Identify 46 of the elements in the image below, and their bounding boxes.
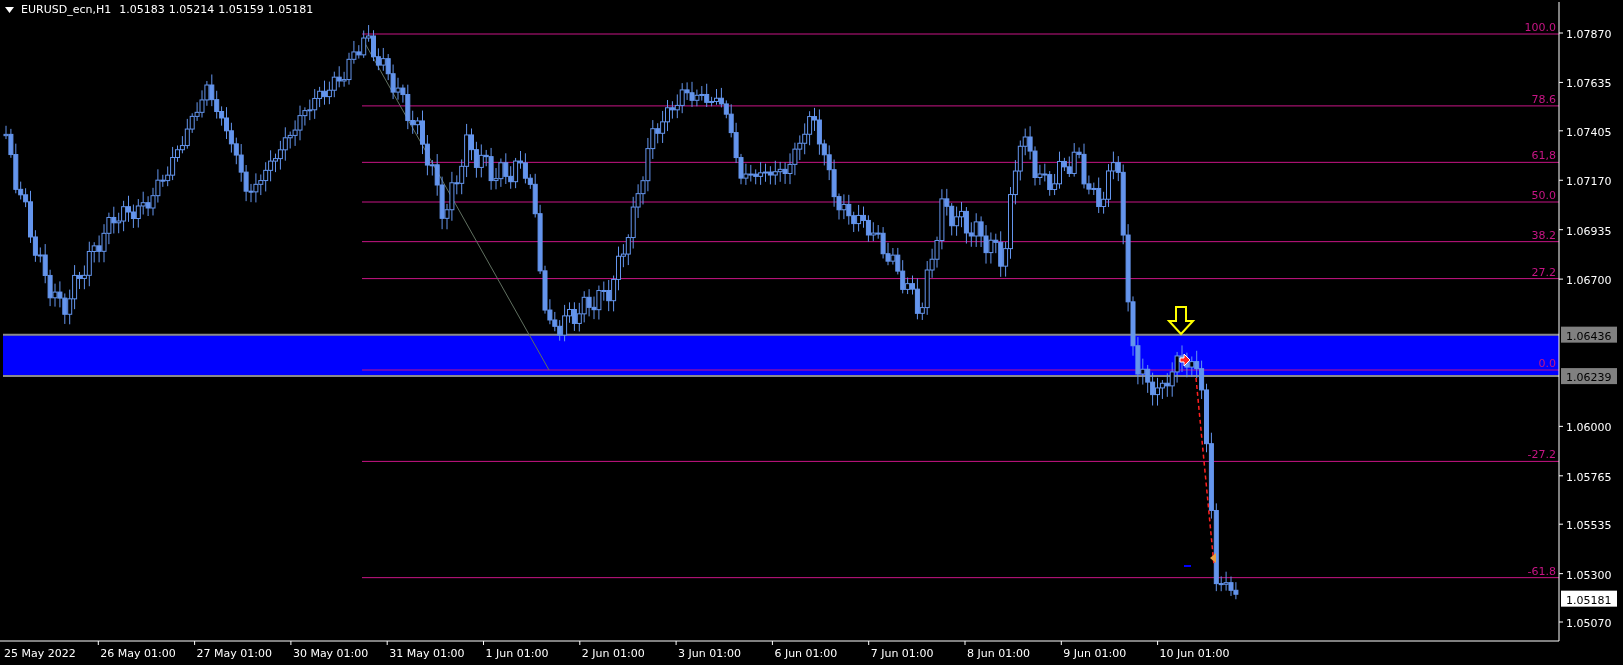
price-label: 1.06935 <box>1566 224 1612 238</box>
right-arrow-icon <box>1179 353 1191 367</box>
fibonacci-level-label: -27.2 <box>1527 448 1556 462</box>
time-label: 2 Jun 01:00 <box>581 647 645 660</box>
fibonacci-level-label: 100.0 <box>1524 21 1556 34</box>
time-label: 8 Jun 01:00 <box>967 647 1030 660</box>
fibonacci-level-label: -61.8 <box>1527 564 1556 578</box>
price-label: 1.06700 <box>1566 274 1612 288</box>
fibonacci-level-label: 0.0 <box>1538 357 1556 370</box>
quote-value: 1.05214 <box>168 3 215 16</box>
dash-marker-icon <box>1184 565 1191 567</box>
symbol-label: EURUSD_ecn,H1 <box>21 3 112 16</box>
time-label: 27 May 01:00 <box>196 647 273 660</box>
fibonacci-level-label: 38.2 <box>1531 228 1556 242</box>
price-label: 1.05070 <box>1566 617 1612 630</box>
line-price-tag: 1.06436 <box>1561 326 1617 343</box>
price-label: 1.07635 <box>1566 77 1612 91</box>
price-label: 1.05535 <box>1566 519 1612 533</box>
time-label: 30 May 01:00 <box>292 647 369 660</box>
price-label: 1.06000 <box>1566 421 1612 435</box>
quote-value: 1.05181 <box>267 3 314 16</box>
time-label: 25 May 2022 <box>4 647 76 660</box>
fibonacci-level-label: 61,8 <box>1531 149 1556 163</box>
time-label: 31 May 01:00 <box>389 647 465 660</box>
fibonacci-level-label: 50.0 <box>1531 189 1556 202</box>
time-label: 6 Jun 01:00 <box>774 647 838 660</box>
price-label: 1.05300 <box>1566 568 1612 582</box>
fibonacci-level-label: 27.2 <box>1531 265 1556 279</box>
time-label: 26 May 01:00 <box>100 647 176 660</box>
price-label: 1.07170 <box>1566 175 1612 189</box>
down-arrow-icon <box>1166 306 1196 336</box>
price-label: 1.07870 <box>1566 28 1612 41</box>
triangle-marker-icon <box>1210 553 1216 563</box>
price-label: 1.07405 <box>1566 125 1612 139</box>
bid-price-tag: 1.05181 <box>1561 590 1617 607</box>
price-label: 1.05765 <box>1566 470 1612 484</box>
line-price-tag: 1.06239 <box>1561 368 1617 385</box>
time-label: 3 Jun 01:00 <box>678 647 741 660</box>
quote-value: 1.05159 <box>218 3 264 16</box>
time-label: 9 Jun 01:00 <box>1063 647 1127 660</box>
quote-value: 1.05183 <box>119 3 165 16</box>
dropdown-caret-icon[interactable] <box>5 6 14 13</box>
time-label: 10 Jun 01:00 <box>1159 647 1230 660</box>
fibonacci-level-label: 78.6 <box>1531 92 1556 106</box>
time-label: 7 Jun 01:00 <box>870 647 934 660</box>
time-label: 1 Jun 01:00 <box>485 647 549 660</box>
